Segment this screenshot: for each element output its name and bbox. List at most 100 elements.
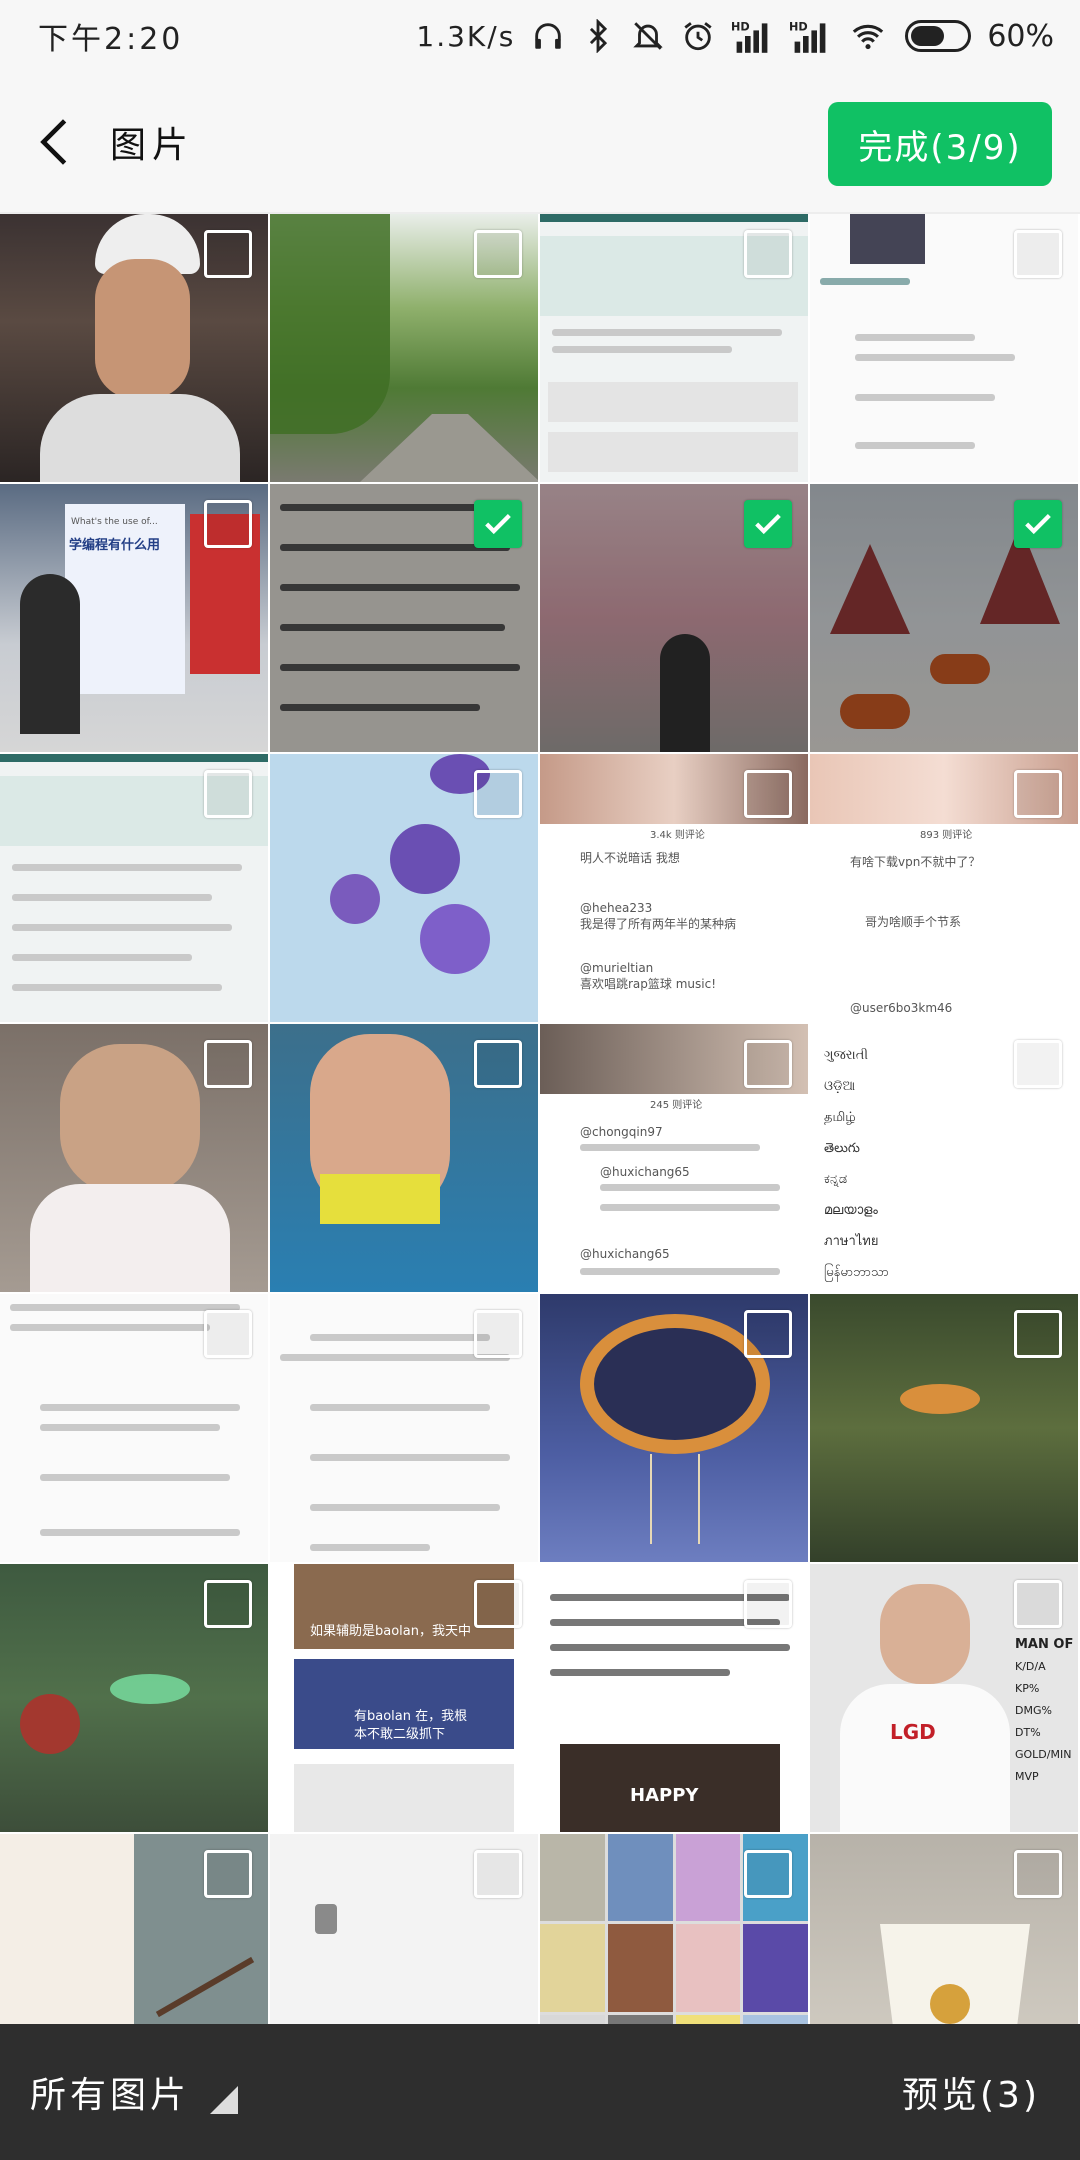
photo-cell[interactable]	[0, 214, 268, 482]
photo-flower-3	[330, 874, 380, 924]
select-checkbox[interactable]	[204, 1040, 252, 1088]
photo-shirt	[30, 1184, 230, 1292]
comment-line	[600, 1204, 780, 1211]
select-checkbox[interactable]	[474, 1580, 522, 1628]
select-checkbox[interactable]	[204, 500, 252, 548]
collage-tile	[540, 2014, 605, 2024]
select-checkbox[interactable]	[744, 1580, 792, 1628]
photo-cell[interactable]	[540, 214, 808, 482]
header: 图片 完成(3/9)	[0, 72, 1080, 212]
photo-flower	[390, 824, 460, 894]
select-checkbox[interactable]	[1014, 1040, 1062, 1088]
screenshot-line	[310, 1404, 490, 1411]
select-checkbox[interactable]	[1014, 1310, 1062, 1358]
photo-cell[interactable]: ગુજરાતી ଓଡ଼ିଆ தமிழ் తెలుగు ಕನ್ನಡ മലയാളം ภาษาไท…	[810, 1024, 1078, 1292]
screenshot-line	[310, 1454, 510, 1461]
photo-game-units	[20, 1694, 80, 1754]
comment-user: @huxichang65	[580, 1247, 670, 1261]
select-checkbox-checked[interactable]	[744, 500, 792, 548]
photo-cell[interactable]: What's the use of... 学编程有什么用	[0, 484, 268, 752]
select-checkbox[interactable]	[204, 1310, 252, 1358]
select-checkbox[interactable]	[1014, 770, 1062, 818]
photo-cell[interactable]	[270, 1024, 538, 1292]
screenshot-line	[550, 1669, 730, 1676]
select-checkbox[interactable]	[1014, 1850, 1062, 1898]
photo-cell[interactable]	[540, 484, 808, 752]
meme-panel	[294, 1764, 514, 1832]
photo-player-head	[880, 1584, 970, 1684]
comment-user: @huxichang65	[600, 1165, 690, 1179]
select-checkbox[interactable]	[744, 770, 792, 818]
select-checkbox[interactable]	[1014, 1580, 1062, 1628]
select-checkbox[interactable]	[204, 770, 252, 818]
photo-cell[interactable]: 893 则评论 有啥下载vpn不就中了？ 哥为啥顺手个节系 @user6bo3k…	[810, 754, 1078, 1022]
select-checkbox-checked[interactable]	[474, 500, 522, 548]
photo-cell[interactable]	[0, 1564, 268, 1832]
screenshot-line	[40, 1404, 240, 1411]
photo-swimsuit	[320, 1174, 440, 1224]
photo-cell[interactable]	[270, 1834, 538, 2024]
select-checkbox[interactable]	[204, 1580, 252, 1628]
checkmark-icon	[1025, 513, 1051, 535]
player-stats: MAN OF K/D/A KP% DMG% DT% GOLD/MIN MVP	[1015, 1634, 1073, 1788]
select-checkbox[interactable]	[204, 230, 252, 278]
select-checkbox[interactable]	[474, 1040, 522, 1088]
checkmark-icon	[485, 513, 511, 535]
photo-cell[interactable]: HAPPY	[540, 1564, 808, 1832]
collage-tile	[607, 1834, 673, 1922]
status-icons: 1.3K/s HD HD 60%	[416, 19, 1054, 54]
photo-moon	[580, 1314, 770, 1454]
photo-cell[interactable]	[0, 1024, 268, 1292]
select-checkbox[interactable]	[474, 1850, 522, 1898]
done-button[interactable]: 完成(3/9)	[828, 102, 1052, 186]
select-checkbox[interactable]	[744, 230, 792, 278]
select-checkbox[interactable]	[744, 1850, 792, 1898]
photo-stage: HAPPY	[560, 1744, 780, 1832]
jersey-brand: LGD	[890, 1720, 936, 1744]
select-checkbox[interactable]	[744, 1310, 792, 1358]
language-item: ಕನ್ನಡ	[824, 1172, 848, 1187]
comment-user: @murieltian	[580, 961, 654, 975]
photo-cell[interactable]	[540, 1294, 808, 1562]
photo-cell[interactable]: 3.4k 则评论 明人不说暗话 我想 @hehea233 我是得了所有两年半的某…	[540, 754, 808, 1022]
meme-caption: 有baolan 在，我根	[354, 1709, 468, 1724]
meme-caption: 如果辅助是baolan，我天中	[310, 1624, 471, 1639]
screenshot-line	[855, 354, 1015, 361]
select-checkbox[interactable]	[204, 1850, 252, 1898]
back-button[interactable]	[0, 72, 110, 212]
wifi-icon	[847, 19, 889, 53]
photo-cell[interactable]	[810, 484, 1078, 752]
photo-cell[interactable]	[270, 1294, 538, 1562]
photo-cell[interactable]	[270, 754, 538, 1022]
photo-cell[interactable]	[810, 214, 1078, 482]
select-checkbox[interactable]	[1014, 230, 1062, 278]
album-label: 所有图片	[30, 2075, 191, 2116]
photo-cell[interactable]	[810, 1294, 1078, 1562]
select-checkbox[interactable]	[474, 770, 522, 818]
photo-cell[interactable]: 245 则评论 @chongqin97 @huxichang65 @huxich…	[540, 1024, 808, 1292]
album-selector[interactable]: 所有图片	[30, 2066, 239, 2118]
select-checkbox[interactable]	[474, 1310, 522, 1358]
select-checkbox[interactable]	[744, 1040, 792, 1088]
select-checkbox-checked[interactable]	[1014, 500, 1062, 548]
photo-cell[interactable]	[270, 484, 538, 752]
select-checkbox[interactable]	[474, 230, 522, 278]
screenshot-line	[855, 394, 995, 401]
photo-cell[interactable]	[0, 1834, 268, 2024]
photo-cell[interactable]: LGD MAN OF K/D/A KP% DMG% DT% GOLD/MIN MVP	[810, 1564, 1078, 1832]
photo-cell[interactable]: 如果辅助是baolan，我天中 有baolan 在，我根 本不敢二级抓下	[270, 1564, 538, 1832]
photo-cell[interactable]	[0, 1294, 268, 1562]
photo-cell[interactable]	[540, 1834, 808, 2024]
photo-cell[interactable]	[270, 214, 538, 482]
collage-tile	[675, 1834, 741, 1922]
photo-cell[interactable]	[0, 754, 268, 1022]
photo-body	[40, 394, 240, 482]
screenshot-line	[40, 1424, 220, 1431]
preview-button[interactable]: 预览(3)	[902, 2066, 1040, 2118]
stat-label: MAN OF	[1015, 1637, 1074, 1652]
comment-user: @chongqin97	[580, 1125, 663, 1139]
screenshot-line	[12, 924, 232, 931]
screenshot-line	[12, 984, 222, 991]
screenshot-bar	[540, 214, 808, 222]
photo-cell[interactable]	[810, 1834, 1078, 2024]
